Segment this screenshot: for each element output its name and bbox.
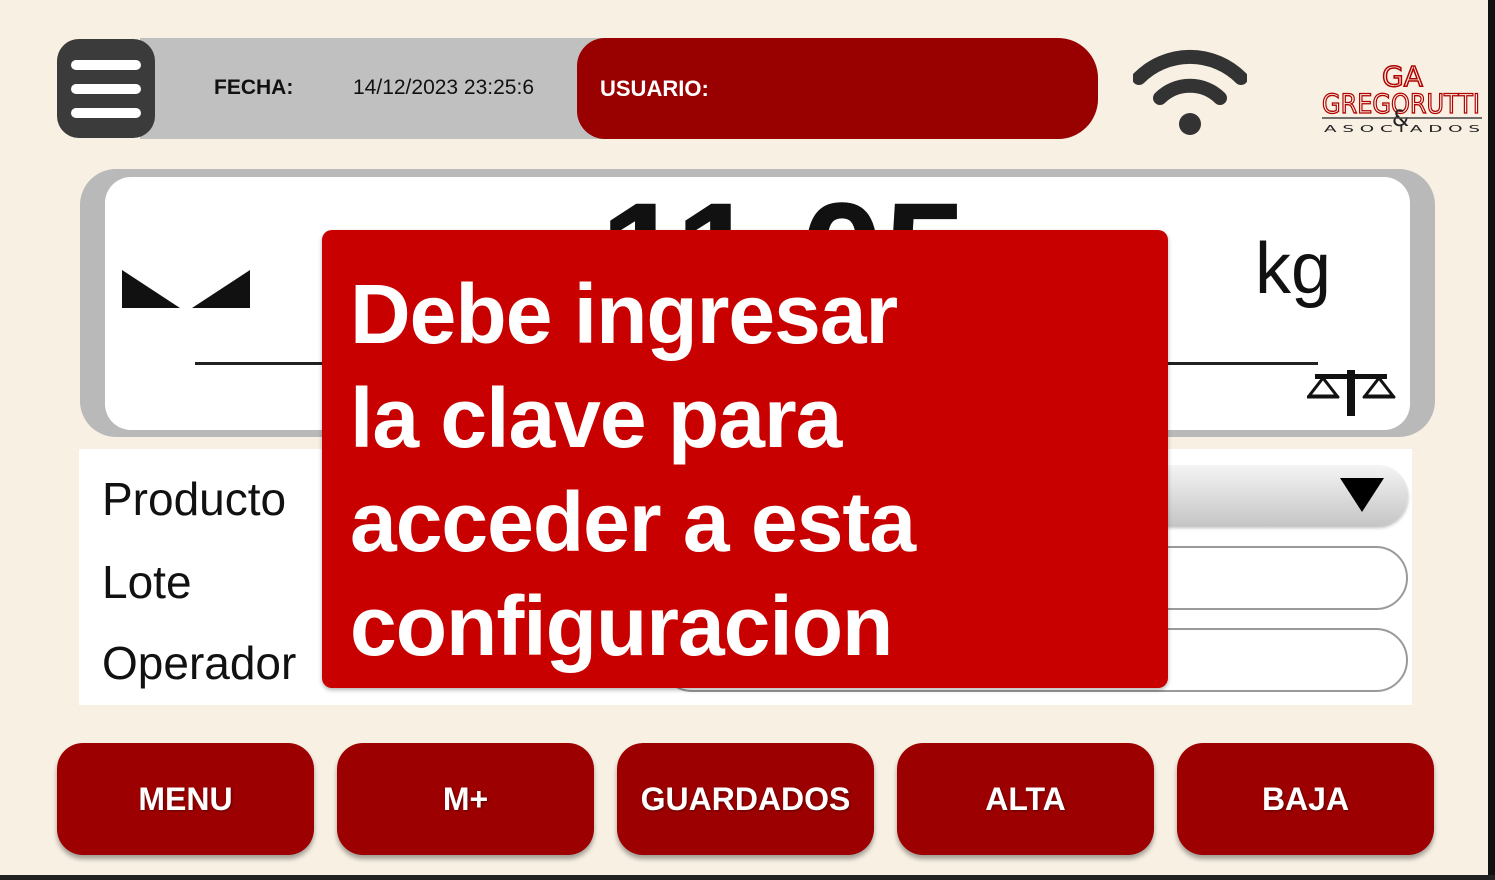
company-logo: GA GREGORUTTI & A S O C I A D O S (1321, 59, 1482, 135)
alert-line-4: configuracion (350, 579, 893, 673)
operador-label: Operador (102, 637, 297, 689)
saved-button[interactable]: GUARDADOS (617, 743, 874, 855)
user-label: USUARIO: (600, 76, 709, 101)
logo-subtitle: A S O C I A D O S (1324, 124, 1480, 135)
alert-message: Debe ingresar la clave para acceder a es… (350, 262, 1150, 678)
alta-button[interactable]: ALTA (897, 743, 1154, 855)
hamburger-menu-button[interactable] (57, 39, 155, 138)
screen-edge-bottom (0, 875, 1495, 880)
hamburger-icon-bar (71, 83, 141, 94)
screen-edge-right (1488, 0, 1495, 880)
triangle-down-icon[interactable] (1338, 476, 1386, 514)
alert-line-3: acceder a esta (350, 475, 916, 569)
hamburger-icon-bar (71, 107, 141, 118)
date-value: 14/12/2023 23:25:6 (353, 76, 535, 99)
alert-line-1: Debe ingresar (350, 267, 898, 361)
display-divider-left (195, 362, 335, 365)
display-divider-right (1160, 362, 1318, 365)
producto-label: Producto (102, 473, 287, 525)
date-label: FECHA: (214, 76, 294, 99)
balance-scale-icon (1307, 370, 1397, 416)
baja-button[interactable]: BAJA (1177, 743, 1434, 855)
lote-label: Lote (102, 556, 192, 608)
hamburger-icon (71, 59, 141, 70)
wifi-icon (1133, 49, 1247, 135)
menu-button[interactable]: MENU (57, 743, 314, 855)
alert-line-2: la clave para (350, 371, 842, 465)
weight-unit: kg (1255, 229, 1332, 309)
memory-plus-button[interactable]: M+ (337, 743, 594, 855)
zero-indicator-icon (122, 270, 250, 308)
